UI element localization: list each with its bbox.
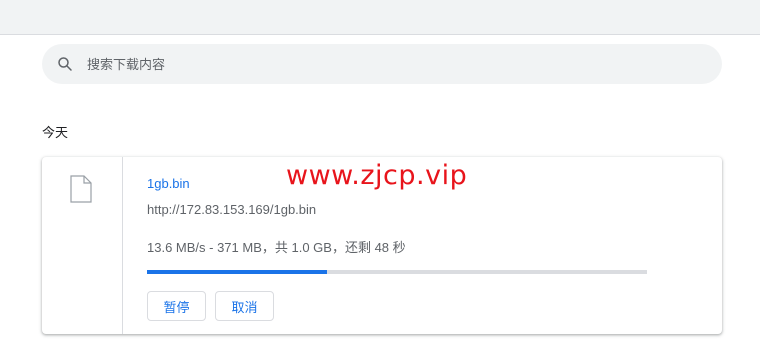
progress-fill [147,270,327,274]
toolbar [0,0,760,35]
file-icon-column [42,157,123,334]
search-input[interactable] [87,44,687,84]
cancel-button[interactable]: 取消 [215,291,274,321]
file-icon [70,175,92,203]
watermark: www.zjcp.vip [286,160,468,191]
file-url: http://172.83.153.169/1gb.bin [147,202,317,217]
progress-bar [147,270,647,274]
download-status: 13.6 MB/s - 371 MB，共 1.0 GB，还剩 48 秒 [147,240,406,255]
search-bar[interactable] [42,44,722,84]
search-icon[interactable] [56,55,74,73]
section-date-heading: 今天 [42,125,69,140]
file-name-link[interactable]: 1gb.bin [147,176,190,191]
pause-button[interactable]: 暂停 [147,291,206,321]
